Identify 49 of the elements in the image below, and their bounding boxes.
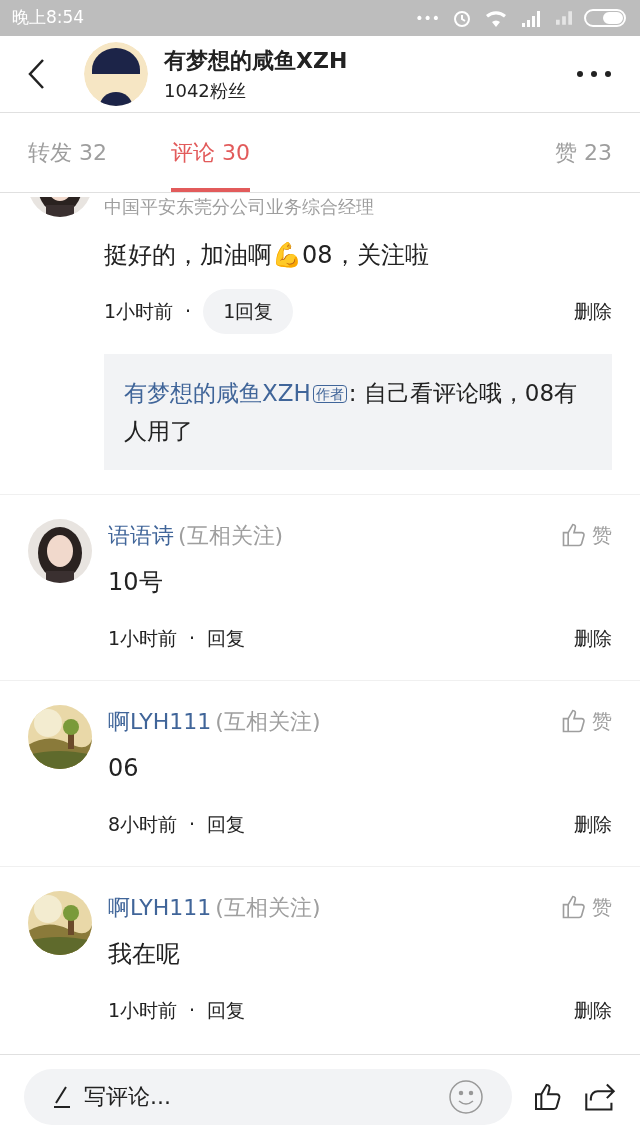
more-icon[interactable] <box>576 70 612 78</box>
delete-button[interactable]: 删除 <box>574 623 612 652</box>
thumbs-up-icon <box>560 521 588 549</box>
account-name: 有梦想的咸鱼XZH <box>164 47 348 75</box>
thumbs-up-icon <box>560 707 588 735</box>
follower-count: 1042粉丝 <box>164 79 247 103</box>
comment-placeholder: 写评论... <box>84 1083 171 1111</box>
delete-button[interactable]: 删除 <box>574 297 612 326</box>
alarm-icon <box>452 8 472 28</box>
reply-button[interactable]: 回复 <box>207 615 246 660</box>
reply-button[interactable]: 1回复 <box>203 289 294 334</box>
comment-text: 06 <box>108 752 140 784</box>
comment-text: 挺好的，加油啊💪08，关注啦 <box>104 240 430 271</box>
signal-off-icon <box>556 11 572 25</box>
separator-dot: · <box>189 997 196 1023</box>
comment-input-field[interactable]: 写评论... <box>24 1068 512 1125</box>
avatar-icon <box>84 42 148 106</box>
separator-dot: · <box>185 299 192 324</box>
relation-label: (互相关注) <box>215 893 321 922</box>
relation-label: (互相关注) <box>215 707 321 736</box>
battery-icon <box>584 8 628 28</box>
wifi-icon <box>484 8 508 28</box>
delete-button[interactable]: 删除 <box>574 809 612 838</box>
reply-text: 有梦想的咸鱼XZH 作者 : 自己看评论哦，08有人用了 <box>124 378 579 446</box>
author-badge: 作者 <box>312 385 347 403</box>
user-title: 中国平安东莞分公司业务综合经理 <box>104 197 375 217</box>
delete-button[interactable]: 删除 <box>574 995 612 1024</box>
comment-time: 1小时前 <box>108 997 178 1023</box>
back-icon[interactable] <box>28 58 44 90</box>
thumbs-up-icon <box>560 893 588 921</box>
status-time: 晚上8:54 <box>12 6 85 30</box>
reply-button[interactable]: 回复 <box>207 987 246 1032</box>
more-notifications-icon: ••• <box>415 7 440 29</box>
comment-time: 8小时前 <box>108 811 178 837</box>
smiley-icon[interactable] <box>448 1078 484 1115</box>
separator-dot: · <box>189 811 196 837</box>
user-name[interactable]: 啊LYH111 <box>108 890 212 924</box>
tab[interactable]: 评论 30 <box>171 113 250 192</box>
pen-icon <box>52 1084 72 1109</box>
comment-time: 1小时前 <box>108 625 178 651</box>
reply-button[interactable]: 回复 <box>207 801 246 846</box>
user-name[interactable]: 语语诗 <box>108 518 174 552</box>
reply-author[interactable]: 有梦想的咸鱼XZH <box>124 379 311 406</box>
comment-time: 1小时前 <box>104 299 174 324</box>
relation-label: (互相关注) <box>178 521 284 550</box>
user-name[interactable]: 啊LYH111 <box>108 704 212 738</box>
comment-text: 10号 <box>108 566 164 598</box>
separator-dot: · <box>189 625 196 651</box>
comment-text: 我在呢 <box>108 938 181 970</box>
